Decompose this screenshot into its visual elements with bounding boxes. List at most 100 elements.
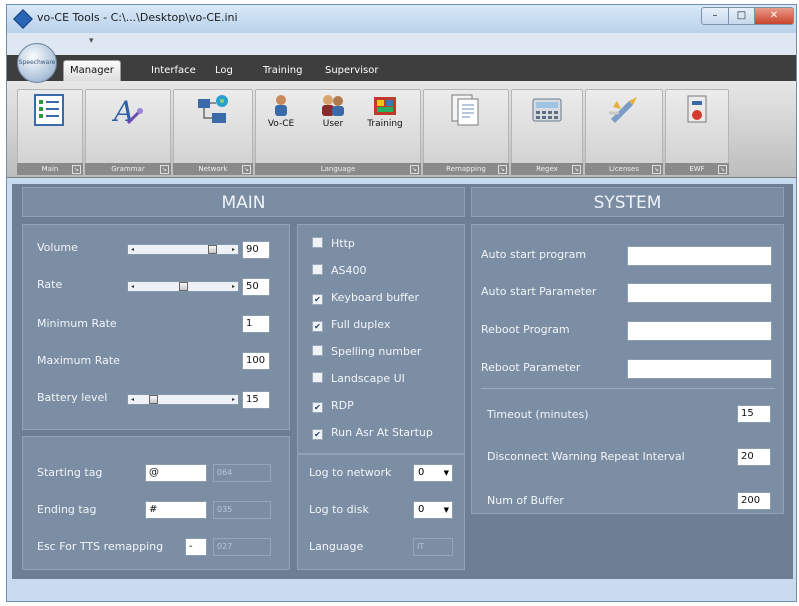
slider-left-arrow-icon[interactable]: ◂ — [128, 395, 137, 404]
ribbon-group-main: Main ↘ — [17, 89, 83, 175]
starting-tag-field[interactable]: @ — [145, 464, 207, 482]
main-button[interactable] — [29, 93, 69, 127]
dialog-launcher-icon[interactable]: ↘ — [410, 165, 419, 174]
remapping-button[interactable] — [445, 93, 485, 127]
vo-ce-button[interactable]: Vo-CE — [261, 93, 301, 129]
minimum-rate-field[interactable]: 1 — [242, 315, 270, 333]
application-orb-button[interactable]: Speechware — [17, 43, 57, 83]
user-button[interactable]: User — [313, 93, 353, 129]
system-section-header: SYSTEM — [471, 187, 784, 217]
app-icon[interactable] — [13, 9, 33, 29]
dialog-launcher-icon[interactable]: ↘ — [652, 165, 661, 174]
tab-training[interactable]: Training — [257, 61, 308, 81]
slider-right-arrow-icon[interactable]: ▸ — [229, 282, 238, 291]
timeout-field[interactable]: 15 — [737, 405, 771, 423]
auto-start-program-field[interactable] — [627, 246, 772, 266]
close-button[interactable]: ✕ — [754, 7, 794, 25]
calculator-icon — [530, 93, 564, 127]
network-button[interactable] — [193, 93, 233, 127]
reboot-program-field[interactable] — [627, 321, 772, 341]
ending-tag-field[interactable]: # — [145, 501, 207, 519]
slider-right-arrow-icon[interactable]: ▸ — [229, 395, 238, 404]
battery-level-slider[interactable]: ◂ ▸ — [127, 394, 239, 405]
quick-access-toolbar: ▾ — [7, 33, 796, 55]
auto-start-parameter-field[interactable] — [627, 283, 772, 303]
slider-left-arrow-icon[interactable]: ◂ — [128, 282, 137, 291]
chevron-down-icon: ▼ — [443, 469, 449, 477]
slider-thumb[interactable] — [207, 245, 217, 254]
log-to-network-dropdown[interactable]: 0 ▼ — [413, 464, 453, 482]
training-label: Training — [367, 119, 403, 129]
disconnect-warning-field[interactable]: 20 — [737, 448, 771, 466]
auto-start-parameter-label: Auto start Parameter — [481, 285, 597, 298]
slider-left-arrow-icon[interactable]: ◂ — [128, 245, 137, 254]
checkbox-box[interactable]: ✔ — [312, 429, 323, 440]
num-of-buffer-field[interactable]: 200 — [737, 492, 771, 510]
dialog-launcher-icon[interactable]: ↘ — [242, 165, 251, 174]
title-bar[interactable]: vo-CE Tools - C:\...\Desktop\vo-CE.ini –… — [7, 5, 796, 33]
checkbox-box[interactable] — [312, 237, 323, 248]
starting-tag-code: 064 — [213, 464, 271, 482]
checkbox-box[interactable] — [312, 264, 323, 275]
checkbox-box[interactable] — [312, 372, 323, 383]
disconnect-warning-label: Disconnect Warning Repeat Interval — [487, 450, 685, 463]
landscape-ui-label: Landscape UI — [331, 372, 405, 385]
minimize-button[interactable]: – — [701, 7, 729, 25]
language-label: Language — [309, 540, 364, 553]
full-duplex-checkbox[interactable]: ✔ Full duplex — [312, 318, 390, 332]
rate-label: Rate — [37, 278, 63, 291]
as400-checkbox[interactable]: AS400 — [312, 264, 367, 277]
dialog-launcher-icon[interactable]: ↘ — [498, 165, 507, 174]
tab-interface[interactable]: Interface — [145, 61, 202, 81]
spelling-number-label: Spelling number — [331, 345, 422, 358]
slider-right-arrow-icon[interactable]: ▸ — [229, 245, 238, 254]
esc-tts-remapping-label: Esc For TTS remapping — [37, 540, 164, 553]
volume-slider[interactable]: ◂ ▸ — [127, 244, 239, 255]
rdp-checkbox[interactable]: ✔ RDP — [312, 399, 354, 413]
rate-slider[interactable]: ◂ ▸ — [127, 281, 239, 292]
battery-level-field[interactable]: 15 — [242, 391, 270, 409]
slider-thumb[interactable] — [178, 282, 188, 291]
full-duplex-label: Full duplex — [331, 318, 391, 331]
dialog-launcher-icon[interactable]: ↘ — [160, 165, 169, 174]
dialog-launcher-icon[interactable]: ↘ — [572, 165, 581, 174]
tab-manager[interactable]: Manager — [63, 60, 121, 82]
log-to-disk-dropdown[interactable]: 0 ▼ — [413, 501, 453, 519]
regex-button[interactable] — [527, 93, 567, 127]
checkbox-box[interactable]: ✔ — [312, 402, 323, 413]
ewf-button[interactable] — [677, 93, 717, 127]
dialog-launcher-icon[interactable]: ↘ — [72, 165, 81, 174]
maximize-button[interactable]: □ — [728, 7, 755, 25]
checkbox-box[interactable]: ✔ — [312, 321, 323, 332]
maximum-rate-field[interactable]: 100 — [242, 352, 270, 370]
spelling-number-checkbox[interactable]: Spelling number — [312, 345, 421, 358]
keyboard-buffer-checkbox[interactable]: ✔ Keyboard buffer — [312, 291, 419, 305]
maximum-rate-label: Maximum Rate — [37, 354, 120, 367]
landscape-ui-checkbox[interactable]: Landscape UI — [312, 372, 405, 385]
minimum-rate-label: Minimum Rate — [37, 317, 117, 330]
log-to-disk-label: Log to disk — [309, 503, 369, 516]
volume-value-field[interactable]: 90 — [242, 241, 270, 259]
licenses-button[interactable] — [604, 93, 644, 127]
http-checkbox[interactable]: Http — [312, 237, 355, 250]
user-icon — [316, 93, 350, 117]
tab-log[interactable]: Log — [209, 61, 239, 81]
settings-area: MAIN SYSTEM Volume ◂ ▸ 90 Rate ◂ ▸ 50 Mini… — [7, 178, 796, 601]
training-button[interactable]: Training — [365, 93, 405, 129]
dialog-launcher-icon[interactable]: ↘ — [718, 165, 727, 174]
checkbox-box[interactable] — [312, 345, 323, 356]
esc-tts-remapping-field[interactable]: - — [185, 538, 207, 556]
qat-dropdown-icon[interactable]: ▾ — [89, 36, 94, 46]
ribbon-group-label: Network ↘ — [173, 163, 253, 175]
reboot-parameter-field[interactable] — [627, 359, 772, 379]
reboot-program-label: Reboot Program — [481, 323, 570, 336]
checkbox-box[interactable]: ✔ — [312, 294, 323, 305]
run-asr-at-startup-checkbox[interactable]: ✔ Run Asr At Startup — [312, 426, 433, 440]
divider — [481, 388, 775, 389]
tab-supervisor[interactable]: Supervisor — [319, 61, 384, 81]
ribbon-group-regex: Regex ↘ — [511, 89, 583, 175]
grammar-icon: A — [110, 93, 144, 128]
rate-value-field[interactable]: 50 — [242, 278, 270, 296]
grammar-button[interactable]: A — [107, 93, 147, 128]
slider-thumb[interactable] — [149, 395, 159, 404]
